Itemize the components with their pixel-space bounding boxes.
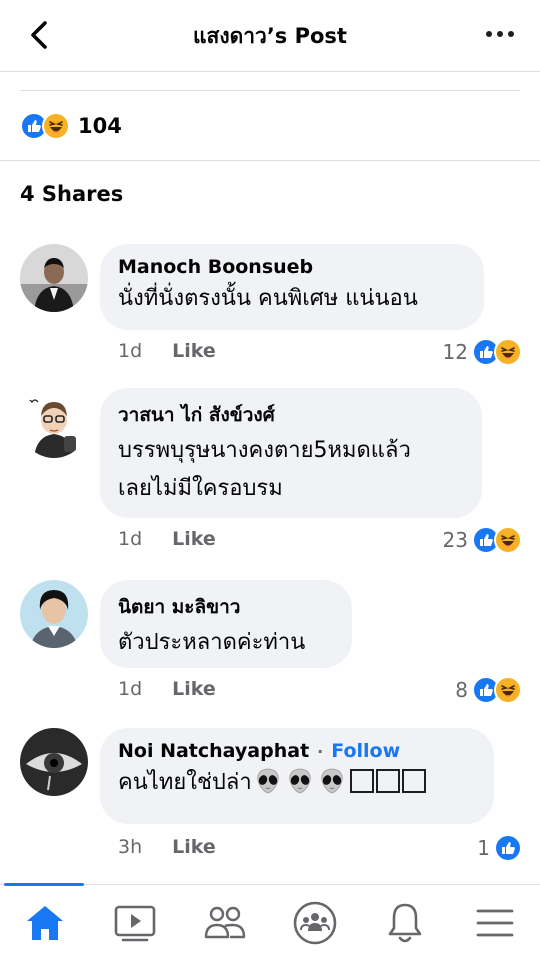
friends-icon [204,906,246,939]
comment-meta: 1d Like [118,528,216,550]
comment-reactions[interactable]: 1 [477,834,522,862]
tab-friends[interactable] [180,885,270,960]
missing-glyph-box [349,769,374,793]
comment-bubble[interactable]: Manoch Boonsueb นั่งที่นั่งตรงนั้น คนพิเ… [100,244,484,330]
comment-reaction-count: 23 [442,528,468,552]
comment-reaction-count: 1 [477,836,490,860]
comment-meta: 1d Like [118,340,216,362]
comment-like-button[interactable]: Like [172,528,216,550]
avatar-image [20,244,88,312]
separator-dot: · [317,741,324,761]
comment-like-button[interactable]: Like [172,836,216,858]
post-reactions-summary[interactable]: 104 [20,110,122,142]
tab-watch[interactable] [90,885,180,960]
comment-author[interactable]: วาสนา ไก่ สังข์วงศ์ [118,400,462,430]
shares-count[interactable]: 4 Shares [20,182,123,206]
bottom-tab-bar [0,883,540,960]
comment-meta: 3h Like [118,836,216,858]
like-reaction-icon [494,834,522,862]
more-horizontal-icon [486,31,514,37]
tab-notifications[interactable] [360,885,450,960]
comment-reaction-count: 8 [455,678,468,702]
comment-bubble[interactable]: Noi Natchayaphat · Follow คนไทยใช่ปล่า [100,728,494,824]
follow-button[interactable]: Follow [331,740,400,762]
haha-reaction-icon [494,676,522,704]
reaction-count: 104 [78,114,122,138]
missing-glyph-box [401,769,426,793]
comment-reactions[interactable]: 12 [443,338,522,366]
comment-time: 1d [118,340,143,362]
avatar-image [20,390,88,458]
comment-bubble[interactable]: นิตยา มะลิขาว ตัวประหลาดค่ะท่าน [100,580,352,668]
avatar[interactable] [20,728,88,796]
tab-menu[interactable] [450,885,540,960]
comment-reactions[interactable]: 23 [443,526,522,554]
menu-icon [476,909,514,937]
haha-reaction-icon [494,526,522,554]
comment-time: 3h [118,836,143,858]
comment-text-row: คนไทยใช่ปล่า [118,764,474,802]
comment-meta: 1d Like [118,678,216,700]
comment-like-button[interactable]: Like [172,340,216,362]
comment-text: ตัวประหลาดค่ะท่าน [118,630,306,655]
avatar-image [20,580,88,648]
comment-reaction-count: 12 [442,340,468,364]
comment-text: คนไทยใช่ปล่า [118,770,252,795]
comment-time: 1d [118,528,143,550]
home-icon [27,906,63,940]
groups-icon [293,901,337,945]
alien-emoji [321,768,343,794]
comment-time: 1d [118,678,143,700]
missing-glyph-box [375,769,400,793]
more-options-button[interactable] [484,22,516,46]
post-header: แสงดาว’s Post [0,0,540,72]
avatar[interactable] [20,390,88,458]
alien-emoji [289,768,311,794]
haha-reaction-icon [494,338,522,366]
comment-bubble[interactable]: วาสนา ไก่ สังข์วงศ์ บรรพบุรุษนางคงตาย5หม… [100,388,482,518]
comment-reactions[interactable]: 8 [455,676,522,704]
comment-text: นั่งที่นั่งตรงนั้น คนพิเศษ แน่นอน [118,286,418,311]
comment-author[interactable]: Manoch Boonsueb [118,256,464,278]
notifications-icon [388,903,422,943]
active-tab-indicator [4,883,84,886]
tab-groups[interactable] [270,885,360,960]
comment-author[interactable]: นิตยา มะลิขาว [118,592,332,622]
page-title: แสงดาว’s Post [193,24,347,48]
comment-author[interactable]: Noi Natchayaphat [118,740,309,762]
haha-reaction-icon [42,112,70,140]
comment-author-row: Noi Natchayaphat · Follow [118,740,474,762]
divider [0,160,540,161]
divider [20,90,520,91]
reaction-icons [20,112,70,140]
comment-like-button[interactable]: Like [172,678,216,700]
avatar[interactable] [20,580,88,648]
alien-emoji [257,768,279,794]
tab-home[interactable] [0,883,90,960]
avatar-image [20,728,88,796]
comment-text-line: บรรพบุรุษนางคงตาย5หมดแล้ว [118,438,411,463]
watch-icon [114,905,156,942]
avatar[interactable] [20,244,88,312]
comment-text-line: เลยไม่มีใครอบรม [118,476,283,501]
